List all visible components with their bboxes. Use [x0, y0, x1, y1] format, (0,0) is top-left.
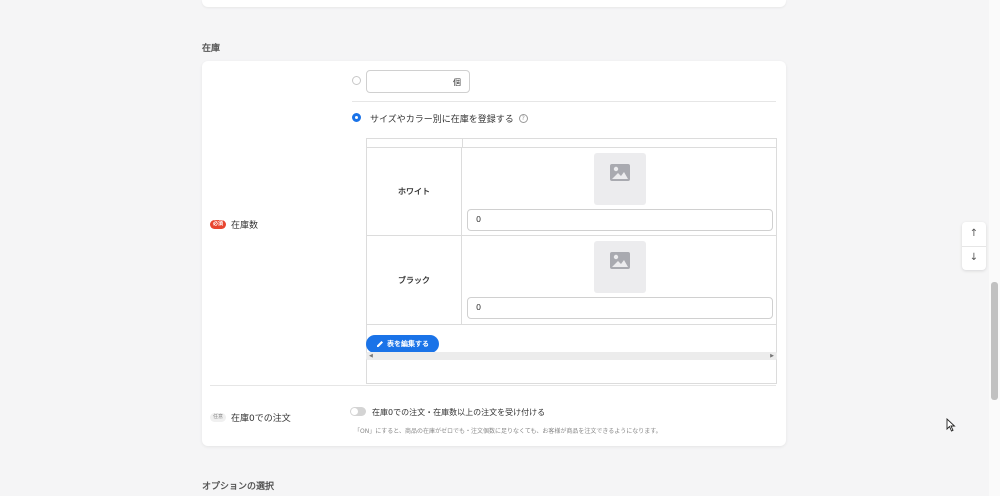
- help-icon[interactable]: ?: [518, 114, 528, 123]
- zero-stock-row-label: 任意 在庫0での注文: [210, 411, 291, 424]
- stock-row-label: 必須 在庫数: [210, 218, 258, 231]
- mouse-cursor-icon: [946, 418, 956, 432]
- page-scrollbar-thumb[interactable]: [991, 282, 998, 400]
- single-stock-radio[interactable]: [352, 76, 361, 85]
- options-section-title: オプションの選択: [202, 482, 275, 492]
- scroll-right-icon[interactable]: ▶: [770, 352, 774, 360]
- scroll-down-icon[interactable]: ↓: [962, 246, 986, 270]
- zero-stock-note: 「ON」にすると、商品の在庫がゼロでも・注文個数に足りなくても、お客様が商品を注…: [354, 428, 662, 435]
- image-icon: [610, 252, 630, 269]
- pencil-icon: [377, 341, 383, 347]
- header-separator: [462, 139, 463, 147]
- table-header: [367, 139, 776, 148]
- zero-stock-label: 在庫0での注文: [231, 414, 291, 424]
- variant-name: ブラック: [367, 236, 462, 324]
- inventory-card: 必須 在庫数 個 サイズやカラー別に在庫を登録する ? ホワイト 0 ブラック …: [202, 61, 786, 446]
- zero-stock-toggle-label: 在庫0での注文・在庫数以上の注文を受け付ける: [372, 408, 546, 417]
- zero-stock-toggle[interactable]: [350, 407, 366, 416]
- variant-quantity-input[interactable]: 0: [467, 209, 773, 231]
- stock-label: 在庫数: [231, 221, 259, 231]
- table-row: ホワイト 0: [367, 148, 776, 236]
- page-nav-buttons: ↑ ↓: [962, 222, 986, 270]
- inventory-section-title: 在庫: [202, 44, 221, 54]
- stock-unit: 個: [453, 78, 461, 87]
- variant-name: ホワイト: [367, 148, 462, 235]
- image-placeholder[interactable]: [594, 153, 646, 205]
- divider: [352, 101, 776, 102]
- scroll-left-icon[interactable]: ◀: [369, 352, 373, 360]
- variant-stock-radio[interactable]: [352, 113, 361, 122]
- required-badge: 必須: [210, 220, 227, 229]
- divider: [210, 385, 776, 386]
- variant-stock-option: サイズやカラー別に在庫を登録する ?: [370, 112, 528, 125]
- variant-quantity-input[interactable]: 0: [467, 297, 773, 319]
- scroll-up-icon[interactable]: ↑: [962, 222, 986, 246]
- image-icon: [610, 164, 630, 181]
- stock-quantity-input[interactable]: 個: [366, 70, 470, 93]
- edit-table-button[interactable]: 表を編集する: [366, 335, 439, 353]
- optional-badge: 任意: [210, 413, 227, 422]
- table-row: ブラック 0: [367, 236, 776, 325]
- variant-stock-label: サイズやカラー別に在庫を登録する: [370, 115, 514, 125]
- image-placeholder[interactable]: [594, 241, 646, 293]
- page-scrollbar-track[interactable]: [989, 0, 1000, 496]
- previous-section-card: [202, 0, 786, 7]
- edit-table-label: 表を編集する: [387, 340, 429, 348]
- table-horizontal-scrollbar[interactable]: ◀ ▶: [366, 352, 777, 360]
